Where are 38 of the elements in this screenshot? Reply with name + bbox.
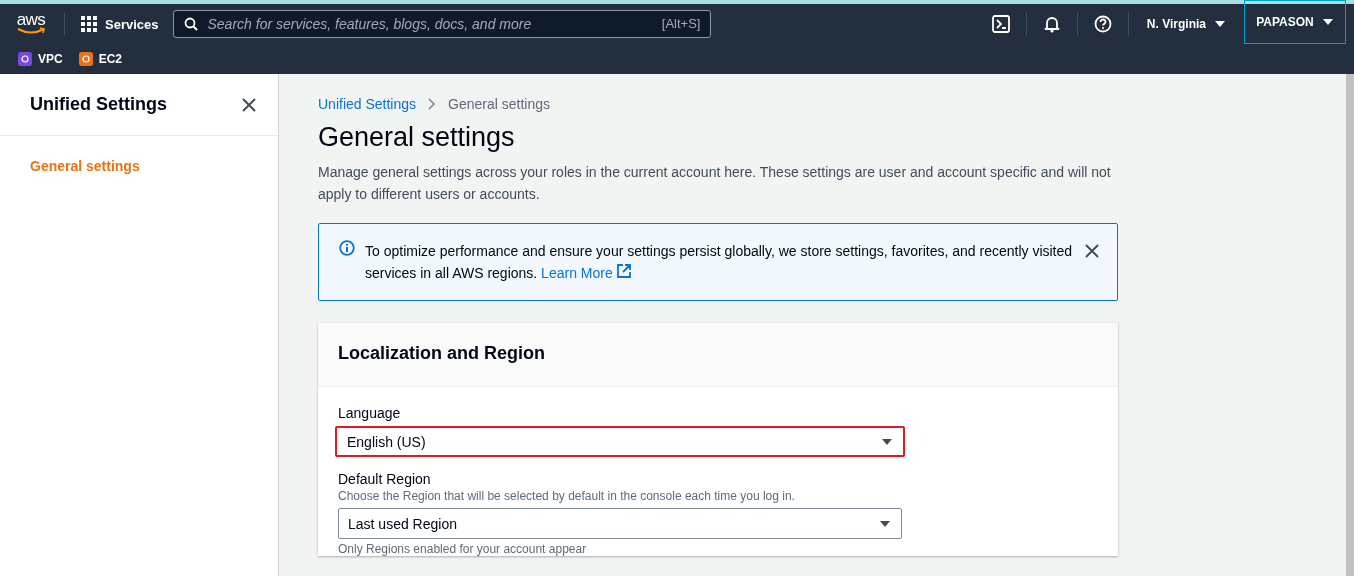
- alert-message: To optimize performance and ensure your settings persist globally, we store settings, favorites, and recently visited services in all AWS regions. Learn More: [365, 242, 1074, 283]
- close-button[interactable]: [242, 97, 256, 112]
- scrollbar[interactable]: [1346, 74, 1354, 576]
- account-menu[interactable]: PAPASON: [1244, 0, 1346, 44]
- caret-icon: [1321, 17, 1334, 27]
- close-icon: [1085, 244, 1099, 258]
- breadcrumb-current: General settings: [448, 96, 550, 112]
- learn-more-link[interactable]: Learn More: [541, 265, 613, 281]
- field-label: Default Region: [338, 471, 432, 487]
- page-title: General settings: [318, 122, 516, 153]
- field-hint: Choose the Region that will be selected by default in the console each time you log in.: [338, 489, 796, 503]
- chevron-icon: [428, 98, 437, 110]
- smile-icon: [16, 27, 46, 35]
- select-field[interactable]: English (US): [335, 426, 905, 457]
- select-field[interactable]: Last used Region: [338, 508, 902, 539]
- caret-icon: [881, 436, 893, 447]
- info-icon: [339, 240, 355, 256]
- sidebar-title: Unified Settings: [30, 94, 167, 115]
- favorite-link[interactable]: EC2: [78, 52, 123, 66]
- terminal-icon[interactable]: [991, 15, 1010, 33]
- field-label: Language: [338, 405, 402, 421]
- grid-icon: [81, 16, 97, 32]
- close-icon: [242, 97, 256, 112]
- breadcrumb-link[interactable]: Unified Settings: [318, 96, 417, 112]
- search-icon: [183, 17, 198, 31]
- page-description: Manage general settings across your roles in the current account here. These settings are user and account specific and will not apply to different users or accounts.: [318, 163, 1112, 204]
- region-menu[interactable]: N. Virginia: [1128, 17, 1244, 31]
- external-link-icon: [616, 264, 631, 278]
- bell-icon[interactable]: [1042, 15, 1061, 33]
- field-note: Only Regions enabled for your account appear: [338, 542, 588, 556]
- favorite-link[interactable]: VPC: [18, 52, 63, 66]
- help-icon[interactable]: [1093, 15, 1112, 33]
- aws-logo[interactable]: aws: [16, 13, 65, 35]
- services-menu[interactable]: Services: [81, 16, 159, 32]
- caret-icon: [879, 518, 891, 529]
- shortcut-hint: [Alt+S]: [661, 16, 701, 31]
- caret-icon: [1214, 19, 1226, 29]
- card-title: Localization and Region: [338, 343, 546, 364]
